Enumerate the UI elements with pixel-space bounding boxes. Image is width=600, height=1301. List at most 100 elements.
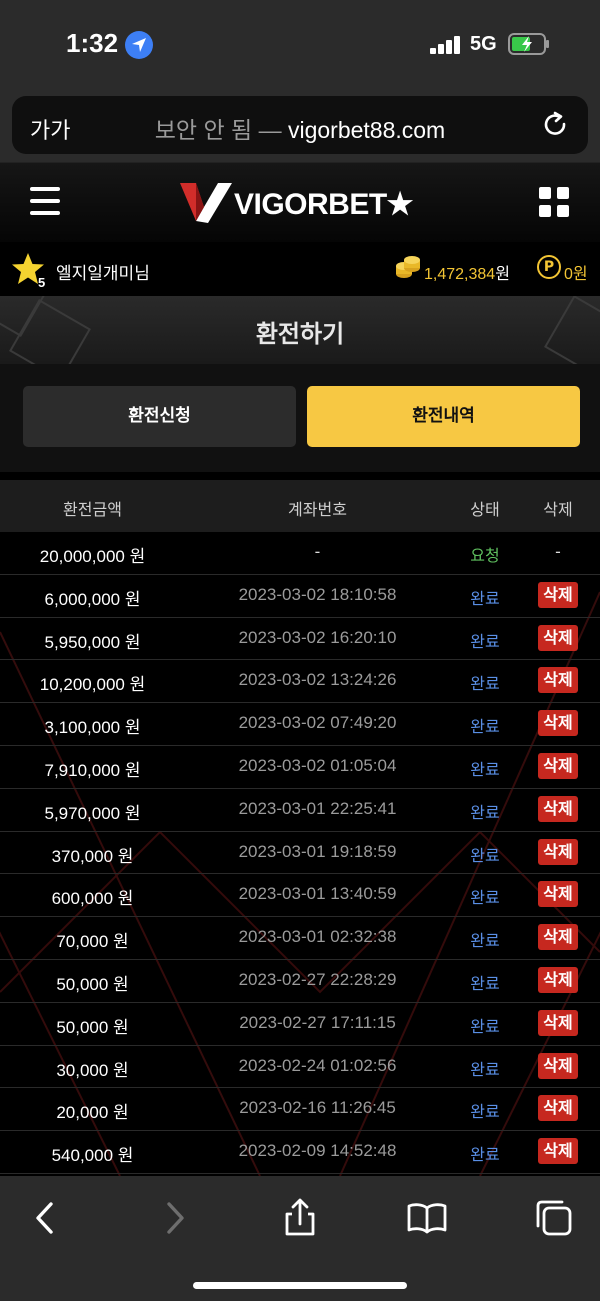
table-row: 5,970,000 원 2023-03-01 22:25:41 완료 삭제 xyxy=(0,789,600,832)
row-account-date: 2023-03-01 22:25:41 xyxy=(238,798,397,818)
row-status: 완료 xyxy=(470,631,500,651)
table-row: 540,000 원 2023-02-09 14:52:48 완료 삭제 xyxy=(0,1131,600,1174)
back-icon[interactable] xyxy=(24,1196,68,1240)
home-indicator xyxy=(193,1282,407,1289)
delete-button[interactable]: 삭제 xyxy=(538,581,578,608)
row-delete-cell: 삭제 xyxy=(535,838,581,865)
tab-exchange-apply[interactable]: 환전신청 xyxy=(23,386,296,447)
table-body: 20,000,000 원 - 요청 - 6,000,000 원 2023-03-02 18… xyxy=(0,532,600,1174)
row-status: 요청 xyxy=(470,546,500,565)
row-status: 완료 xyxy=(470,674,500,694)
header-delete: 삭제 xyxy=(543,500,573,519)
table-row: 600,000 원 2023-03-01 13:40:59 완료 삭제 xyxy=(0,874,600,918)
delete-button[interactable]: 삭제 xyxy=(538,838,578,865)
money-unit: 원 xyxy=(495,266,510,283)
row-account-date: 2023-03-01 19:18:59 xyxy=(238,841,397,861)
row-delete-cell: 삭제 xyxy=(535,667,581,694)
delete-button[interactable]: 삭제 xyxy=(538,1138,578,1165)
status-time: 1:32 xyxy=(66,28,119,58)
row-amount: 5,970,000 원 xyxy=(44,803,141,823)
row-amount: 50,000 원 xyxy=(56,974,129,994)
delete-button[interactable]: 삭제 xyxy=(538,752,578,779)
point-balance: 0원 xyxy=(564,266,588,283)
delete-button[interactable]: 삭제 xyxy=(538,1052,578,1079)
row-status: 완료 xyxy=(470,973,500,993)
row-account-date: 2023-02-24 01:02:56 xyxy=(238,1055,397,1075)
row-status: 완료 xyxy=(470,888,500,908)
share-icon[interactable] xyxy=(278,1196,322,1240)
row-amount: 600,000 원 xyxy=(51,889,134,909)
row-status: 완료 xyxy=(470,1145,500,1165)
row-account-date: - xyxy=(314,542,321,561)
row-delete-cell: 삭제 xyxy=(535,1138,581,1165)
url-domain: vigorbet88.com xyxy=(287,117,446,143)
row-delete-cell: 삭제 xyxy=(535,966,581,993)
row-account-date: 2023-03-02 01:05:04 xyxy=(238,755,397,775)
row-delete-cell: 삭제 xyxy=(535,710,581,737)
header-amount: 환전금액 xyxy=(63,500,122,519)
table-row: 30,000 원 2023-02-24 01:02:56 완료 삭제 xyxy=(0,1046,600,1089)
table-header: 환전금액 계좌번호 상태 삭제 xyxy=(0,480,600,532)
row-account-date: 2023-02-16 11:26:45 xyxy=(239,1098,396,1118)
coin-stack-icon xyxy=(395,254,421,280)
row-delete-cell: 삭제 xyxy=(535,1009,581,1036)
row-amount: 10,200,000 원 xyxy=(39,675,146,695)
url-display[interactable]: 보안 안 됨 — vigorbet88.com xyxy=(12,111,588,145)
tabs-icon[interactable] xyxy=(532,1196,576,1240)
row-account-date: 2023-03-02 13:24:26 xyxy=(238,670,397,690)
row-delete-placeholder: - xyxy=(555,542,561,561)
row-delete-cell: 삭제 xyxy=(535,624,581,651)
delete-button[interactable]: 삭제 xyxy=(538,881,578,908)
delete-button[interactable]: 삭제 xyxy=(538,924,578,951)
signal-icon xyxy=(430,34,462,54)
menu-icon[interactable] xyxy=(30,187,60,217)
delete-button[interactable]: 삭제 xyxy=(538,667,578,694)
header-account: 계좌번호 xyxy=(288,500,347,519)
table-row: 370,000 원 2023-03-01 19:18:59 완료 삭제 xyxy=(0,832,600,875)
row-account-date: 2023-03-01 02:32:38 xyxy=(238,927,397,947)
row-amount: 5,950,000 원 xyxy=(44,632,141,652)
location-arrow-icon xyxy=(125,31,153,59)
delete-button[interactable]: 삭제 xyxy=(538,1009,578,1036)
tab-exchange-history[interactable]: 환전내역 xyxy=(307,386,580,447)
delete-button[interactable]: 삭제 xyxy=(538,1095,578,1122)
row-status: 완료 xyxy=(470,1102,500,1122)
row-delete-cell: 삭제 xyxy=(535,795,581,822)
row-status: 완료 xyxy=(470,802,500,822)
table-row: 20,000,000 원 - 요청 - xyxy=(0,532,600,575)
table-row: 3,100,000 원 2023-03-02 07:49:20 완료 삭제 xyxy=(0,703,600,746)
delete-button[interactable]: 삭제 xyxy=(538,966,578,993)
tab-area: 환전신청 환전내역 xyxy=(0,364,600,472)
browser-toolbar xyxy=(0,1176,600,1301)
row-account-date: 2023-03-02 16:20:10 xyxy=(238,627,397,647)
forward-icon[interactable] xyxy=(152,1196,196,1240)
row-amount: 540,000 원 xyxy=(51,1146,134,1166)
row-account-date: 2023-02-27 22:28:29 xyxy=(238,969,397,989)
row-amount: 6,000,000 원 xyxy=(44,589,141,609)
delete-button[interactable]: 삭제 xyxy=(538,795,578,822)
row-account-date: 2023-02-27 17:11:15 xyxy=(239,1012,396,1032)
row-account-date: 2023-03-02 18:10:58 xyxy=(238,584,397,604)
row-status: 완료 xyxy=(470,845,500,865)
site-logo[interactable]: VIGORBET★ xyxy=(178,179,428,225)
row-amount: 3,100,000 원 xyxy=(44,718,141,738)
row-amount: 7,910,000 원 xyxy=(44,760,141,780)
header-status: 상태 xyxy=(470,500,500,519)
row-delete-cell: - xyxy=(535,542,581,562)
table-row: 50,000 원 2023-02-27 17:11:15 완료 삭제 xyxy=(0,1003,600,1046)
reload-icon[interactable] xyxy=(540,110,570,140)
logo-mark-icon xyxy=(180,183,232,223)
row-amount: 50,000 원 xyxy=(56,1017,129,1037)
delete-button[interactable]: 삭제 xyxy=(538,710,578,737)
row-status: 완료 xyxy=(470,1059,500,1079)
money-balance: 1,472,384원 xyxy=(424,260,510,284)
bookmarks-icon[interactable] xyxy=(405,1196,449,1240)
delete-button[interactable]: 삭제 xyxy=(538,624,578,651)
browser-chrome: 가가 보안 안 됨 — vigorbet88.com xyxy=(0,92,600,162)
row-account-date: 2023-03-02 07:49:20 xyxy=(238,713,397,733)
row-account-date: 2023-02-09 14:52:48 xyxy=(238,1141,397,1161)
row-account-date: 2023-03-01 13:40:59 xyxy=(238,884,397,904)
address-bar[interactable]: 가가 보안 안 됨 — vigorbet88.com xyxy=(12,96,588,154)
site-header: VIGORBET★ xyxy=(0,162,600,242)
table-row: 5,950,000 원 2023-03-02 16:20:10 완료 삭제 xyxy=(0,618,600,661)
